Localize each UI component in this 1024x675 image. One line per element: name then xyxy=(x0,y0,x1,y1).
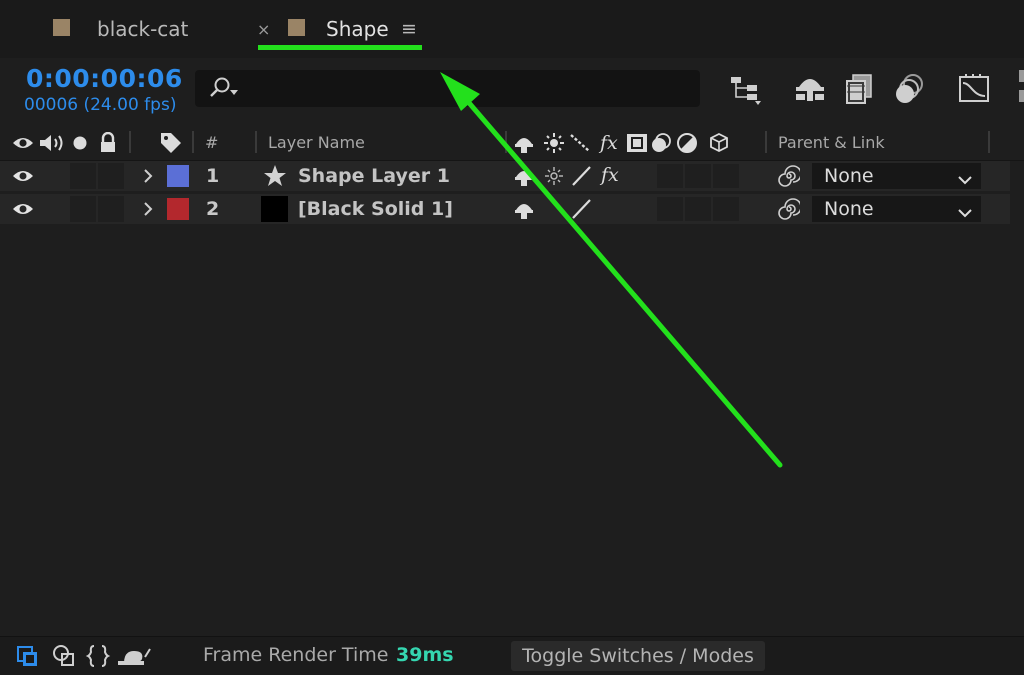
chevron-right-icon[interactable] xyxy=(143,168,153,188)
layer-name[interactable]: Shape Layer 1 xyxy=(298,165,450,187)
chevron-down-icon[interactable] xyxy=(958,203,972,222)
tab-shape[interactable]: Shape xyxy=(326,17,389,41)
layer-name[interactable]: [Black Solid 1] xyxy=(298,198,453,220)
tab-close-icon[interactable]: × xyxy=(257,20,270,39)
solo-toggle[interactable] xyxy=(70,163,96,189)
motion-blur-icon[interactable] xyxy=(893,72,927,106)
lock-toggle[interactable] xyxy=(98,196,124,222)
layer-switches-header-icons: fx xyxy=(514,131,740,159)
layer-label-color[interactable] xyxy=(167,165,189,187)
effects-switch[interactable]: fx xyxy=(601,164,619,186)
chevron-down-icon[interactable] xyxy=(958,170,972,189)
layer-label-color[interactable] xyxy=(167,198,189,220)
frame-rate-info: 00006 (24.00 fps) xyxy=(24,95,177,115)
column-separator[interactable] xyxy=(129,131,131,153)
av-features-header-icons xyxy=(12,131,124,158)
frame-render-time-value: 39ms xyxy=(396,644,454,666)
footer-toggle-icons[interactable] xyxy=(14,643,154,673)
column-separator[interactable] xyxy=(765,131,767,153)
pickwhip-spiral-icon[interactable] xyxy=(778,165,802,191)
layer-number: 2 xyxy=(206,198,220,220)
layer-switches[interactable] xyxy=(514,164,740,192)
layer-search-box[interactable] xyxy=(195,70,886,173)
graph-editor-icon[interactable] xyxy=(957,72,991,106)
tab-menu-icon[interactable]: ≡ xyxy=(401,18,417,40)
solid-thumbnail xyxy=(261,196,288,222)
parent-value: None xyxy=(824,198,874,220)
current-time-display[interactable]: 0:00:00:06 xyxy=(26,64,183,93)
column-separator[interactable] xyxy=(988,131,990,153)
frame-render-time-label: Frame Render Time xyxy=(203,644,389,666)
column-separator[interactable] xyxy=(505,131,507,153)
tab-color-swatch xyxy=(53,19,70,36)
layer-switches[interactable] xyxy=(514,197,740,225)
svg-text:fx: fx xyxy=(598,132,618,154)
chevron-right-icon[interactable] xyxy=(143,201,153,221)
composition-flowchart-icon[interactable] xyxy=(728,72,762,106)
layer-number: 1 xyxy=(206,165,220,187)
layer-number-header: # xyxy=(205,133,219,152)
lock-toggle[interactable] xyxy=(98,163,124,189)
visibility-eye-icon[interactable] xyxy=(12,199,34,223)
column-separator[interactable] xyxy=(192,131,194,153)
draft-3d-icon[interactable] xyxy=(793,72,827,106)
toggle-switches-modes-button[interactable]: Toggle Switches / Modes xyxy=(511,641,765,671)
tab-color-swatch xyxy=(288,19,305,36)
solo-toggle[interactable] xyxy=(70,196,96,222)
tab-black-cat[interactable]: black-cat xyxy=(97,17,188,41)
toolbar-overflow-edge xyxy=(1018,68,1024,108)
active-tab-annotation-underline xyxy=(258,45,422,50)
pickwhip-spiral-icon[interactable] xyxy=(778,198,802,224)
label-tag-icon xyxy=(159,131,183,159)
layer-name-header[interactable]: Layer Name xyxy=(268,133,365,152)
column-separator[interactable] xyxy=(255,131,257,153)
star-shape-layer-icon xyxy=(263,164,287,192)
frame-blending-icon[interactable] xyxy=(843,72,877,106)
parent-value: None xyxy=(824,165,874,187)
search-icon[interactable] xyxy=(206,75,240,105)
visibility-eye-icon[interactable] xyxy=(12,166,34,190)
parent-link-header[interactable]: Parent & Link xyxy=(778,133,885,152)
